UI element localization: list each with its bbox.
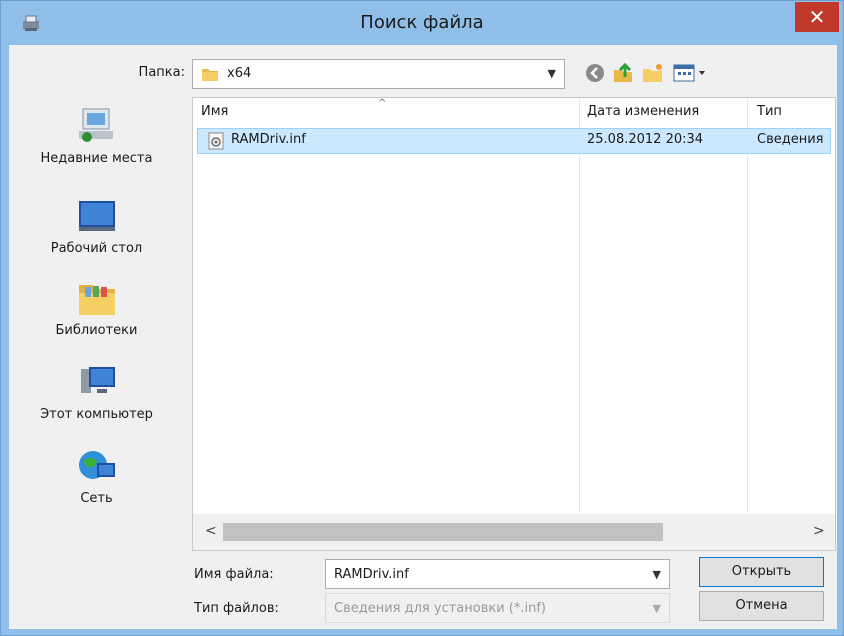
folder-select[interactable]: x64 ▼ [192,59,565,89]
folder-label: Папка: [138,65,185,80]
recent-places-icon [78,108,113,142]
column-header-name[interactable]: Имя [201,98,228,126]
chevron-down-icon: ▼ [652,602,661,615]
place-label: Библиотеки [55,323,138,338]
chevron-down-icon: ▼ [547,67,556,80]
back-icon[interactable] [583,61,607,85]
open-button[interactable]: Открыть [699,557,824,587]
column-divider [747,98,748,512]
filetype-value: Сведения для установки (*.inf) [334,601,547,616]
chevron-down-icon[interactable]: ▼ [653,568,661,581]
dialog-body: Папка: x64 ▼ Недавние места Рабочий стол… [9,45,837,629]
place-label: Рабочий стол [50,241,143,256]
file-modified-cell: 25.08.2012 20:34 [587,132,704,147]
scroll-right-icon[interactable]: > [813,523,825,539]
horizontal-scrollbar[interactable]: < > [193,514,835,550]
place-computer[interactable]: Этот компьютер [9,361,184,422]
folder-icon [202,69,218,81]
folder-value: x64 [227,66,252,81]
up-folder-icon[interactable] [611,61,635,85]
filename-input[interactable]: RAMDriv.inf ▼ [325,559,670,589]
column-header-modified[interactable]: Дата изменения [587,98,699,126]
cancel-button[interactable]: Отмена [699,591,824,621]
place-recent[interactable]: Недавние места [9,105,184,166]
scroll-left-icon[interactable]: < [205,523,217,539]
places-bar: Недавние места Рабочий стол Библиотеки Э… [9,99,184,529]
column-header-type[interactable]: Тип [757,98,782,126]
network-icon [78,451,115,479]
libraries-icon [78,285,115,315]
filetype-label: Тип файлов: [194,601,279,616]
window-title: Поиск файла [360,12,484,33]
sort-up-icon: ^ [378,98,387,109]
file-dialog-window: Поиск файла ✕ Папка: x64 ▼ Недавние мест… [0,0,844,636]
place-label: Недавние места [40,151,153,166]
file-list[interactable]: Имя ^ Дата изменения Тип RAMDriv.inf 25.… [192,97,836,551]
file-type-cell: Сведения [757,132,824,147]
place-libraries[interactable]: Библиотеки [9,277,184,338]
new-folder-icon[interactable] [641,61,665,85]
title-bar[interactable]: Поиск файла ✕ [1,1,843,45]
column-divider [579,98,580,512]
desktop-icon [78,201,115,231]
place-desktop[interactable]: Рабочий стол [9,195,184,256]
scrollbar-thumb[interactable] [223,523,663,541]
view-menu-icon[interactable] [671,61,711,85]
filename-label: Имя файла: [194,567,274,582]
filename-value: RAMDriv.inf [334,567,409,582]
computer-icon [80,367,115,393]
filetype-select[interactable]: Сведения для установки (*.inf) ▼ [325,593,670,623]
close-button[interactable]: ✕ [795,2,839,32]
file-name-cell: RAMDriv.inf [231,132,306,147]
place-label: Сеть [80,491,113,506]
inf-file-icon [208,132,224,150]
place-label: Этот компьютер [40,407,153,422]
place-network[interactable]: Сеть [9,445,184,506]
